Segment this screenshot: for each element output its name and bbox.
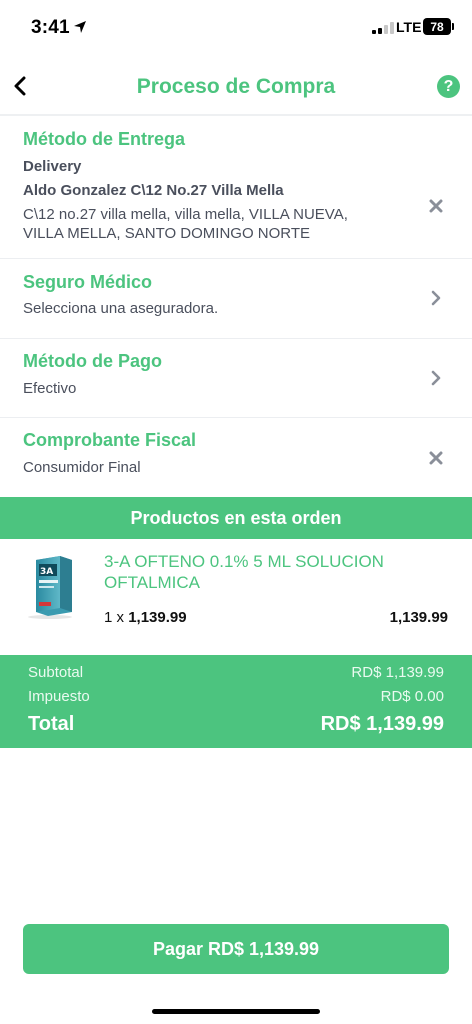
delivery-method: Delivery (23, 158, 82, 175)
insurance-title: Seguro Médico (23, 272, 153, 292)
payment-method-open-button[interactable] (428, 370, 444, 386)
subtotal-value: RD$ 1,139.99 (351, 664, 444, 681)
payment-method-title: Método de Pago (23, 351, 162, 371)
header: Proceso de Compra ? (0, 56, 472, 116)
insurance-value: Selecciona una aseguradora. (23, 300, 219, 317)
product-quantity: 1 x 1,139.99 (104, 609, 187, 626)
status-bar: 3:41 LTE 78 (0, 0, 472, 56)
battery-cap (452, 23, 454, 30)
product-qty-prefix: 1 x (104, 609, 125, 626)
total-row: Total RD$ 1,139.99 (28, 713, 444, 736)
product-item: 3A 3-A OFTENO 0.1% 5 ML SOLUCION OFTALMI… (0, 539, 472, 655)
pay-button[interactable]: Pagar RD$ 1,139.99 (23, 924, 449, 974)
product-unit-price: 1,139.99 (128, 609, 187, 626)
insurance-open-button[interactable] (428, 290, 444, 306)
close-icon (429, 451, 443, 465)
remove-fiscal-receipt-button[interactable] (428, 450, 444, 466)
chevron-right-icon (431, 290, 441, 306)
svg-text:3A: 3A (40, 567, 53, 577)
fiscal-receipt-value: Consumidor Final (23, 459, 141, 476)
insurance-section[interactable]: Seguro Médico Selecciona una aseguradora… (0, 259, 472, 339)
delivery-title: Método de Entrega (23, 129, 186, 149)
page-title: Proceso de Compra (136, 75, 336, 98)
location-arrow-icon (74, 21, 86, 33)
tax-value: RD$ 0.00 (380, 688, 444, 705)
home-indicator[interactable] (152, 1009, 320, 1014)
payment-method-section[interactable]: Método de Pago Efectivo (0, 339, 472, 418)
status-time: 3:41 (31, 17, 70, 38)
totals-panel: Subtotal RD$ 1,139.99 Impuesto RD$ 0.00 … (0, 655, 472, 748)
remove-delivery-button[interactable] (428, 198, 444, 214)
fiscal-receipt-title: Comprobante Fiscal (23, 430, 197, 450)
signal-icon (372, 22, 394, 34)
tax-label: Impuesto (28, 688, 90, 705)
product-image: 3A (28, 556, 72, 619)
tax-row: Impuesto RD$ 0.00 (28, 688, 444, 705)
total-label: Total (28, 713, 75, 735)
help-icon: ? (443, 77, 454, 95)
subtotal-row: Subtotal RD$ 1,139.99 (28, 664, 444, 681)
chevron-right-icon (431, 370, 441, 386)
delivery-address-line2: VILLA MELLA, SANTO DOMINGO NORTE (23, 225, 311, 242)
products-banner: Productos en esta orden (0, 497, 472, 539)
help-button[interactable]: ? (437, 75, 460, 98)
product-name: 3-A OFTENO 0.1% 5 ML SOLUCION OFTALMICA (104, 552, 384, 592)
battery-icon: 78 (423, 18, 451, 35)
network-label: LTE (396, 19, 422, 35)
fiscal-receipt-section[interactable]: Comprobante Fiscal Consumidor Final (0, 418, 472, 497)
delivery-address-line1: C\12 no.27 villa mella, villa mella, VIL… (23, 206, 348, 223)
delivery-section[interactable]: Método de Entrega Delivery Aldo Gonzalez… (0, 116, 472, 259)
payment-method-value: Efectivo (23, 380, 77, 397)
total-value: RD$ 1,139.99 (320, 713, 444, 735)
subtotal-label: Subtotal (28, 664, 84, 681)
battery-level: 78 (430, 19, 444, 34)
delivery-recipient: Aldo Gonzalez C\12 No.27 Villa Mella (23, 182, 284, 199)
product-line-total: 1,139.99 (389, 609, 448, 626)
close-icon (429, 199, 443, 213)
